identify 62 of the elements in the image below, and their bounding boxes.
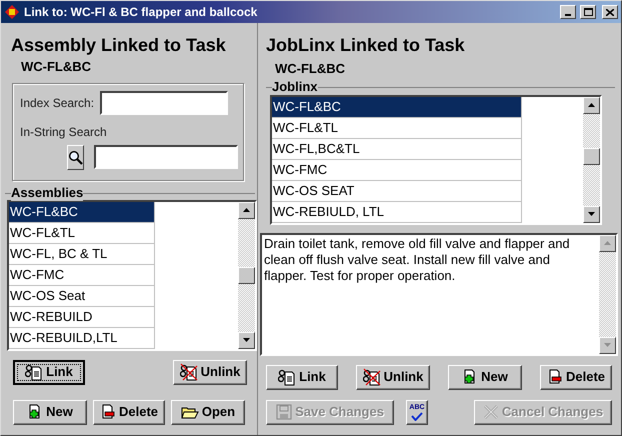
group-label: Joblinx [272, 78, 318, 94]
spell-check-icon [411, 412, 423, 420]
panel-heading: Assembly Linked to Task [11, 35, 227, 55]
list-item[interactable]: WC-OS SEAT [272, 180, 522, 202]
list-item[interactable]: WC-FL,BC&TL [272, 138, 522, 160]
group-label: Assemblies [11, 184, 84, 200]
broken-chain-document-icon [180, 363, 198, 381]
scroll-thumb[interactable] [583, 148, 600, 164]
search-button[interactable] [67, 144, 84, 170]
list-item[interactable]: WC-FMC [9, 264, 155, 286]
delete-document-icon [100, 403, 116, 421]
minimize-button[interactable] [560, 5, 576, 19]
close-icon [606, 8, 614, 16]
app-icon [4, 4, 20, 20]
scroll-thumb[interactable] [238, 266, 255, 284]
chain-document-icon [278, 368, 296, 386]
delete-document-icon [546, 368, 563, 386]
list-item[interactable]: WC-REBIULD, LTL [272, 202, 522, 222]
list-item[interactable]: WC-FL&TL [9, 222, 155, 244]
chain-document-icon [25, 363, 44, 381]
new-button[interactable]: New [448, 364, 522, 390]
list-item[interactable]: WC-FL, BC & TL [9, 244, 155, 264]
cancel-icon [482, 404, 499, 420]
maximize-button[interactable] [580, 5, 596, 19]
list-item[interactable]: WC-OS Seat [9, 286, 155, 306]
down-arrow-icon [243, 338, 250, 342]
link-button[interactable]: Link [266, 364, 338, 390]
panel-subtitle: WC-FL&BC [21, 58, 92, 76]
up-arrow-icon [243, 208, 250, 212]
maximize-icon [584, 8, 592, 16]
up-arrow-icon [588, 103, 595, 107]
link-button[interactable]: Link [13, 360, 85, 384]
panel-subtitle: WC-FL&BC [275, 60, 346, 78]
search-icon [68, 150, 83, 164]
list-item[interactable]: WC-REBUILD [9, 306, 155, 328]
scrollbar[interactable] [583, 96, 600, 222]
unlink-button[interactable]: Unlink [173, 360, 247, 384]
in-string-search-field[interactable] [94, 145, 238, 169]
delete-button[interactable]: Delete [93, 400, 165, 424]
minimize-icon [565, 14, 571, 16]
field-label: Index Search: [20, 94, 94, 112]
field-label: In-String Search [20, 124, 108, 140]
list-item[interactable]: WC-FL&BC [272, 96, 522, 118]
scrollbar[interactable] [238, 202, 255, 348]
down-arrow-icon [588, 212, 595, 216]
broken-chain-document-icon [362, 368, 381, 386]
panel-heading: JobLinx Linked to Task [266, 35, 466, 55]
window-title: Link to: WC-Fl & BC flapper and ballcock [24, 4, 258, 21]
list-item[interactable]: WC-REBUILD,LTL [9, 328, 155, 348]
delete-button[interactable]: Delete [540, 364, 612, 390]
index-search-field[interactable] [100, 90, 228, 114]
list-item[interactable]: WC-FMC [272, 160, 522, 180]
list-item[interactable]: WC-FL&BC [9, 202, 155, 222]
folder-icon [180, 404, 199, 420]
close-button[interactable] [602, 5, 618, 19]
down-arrow-icon [604, 343, 611, 347]
scrollbar[interactable] [599, 234, 616, 354]
unlink-button[interactable]: Unlink [356, 364, 430, 390]
open-button[interactable]: Open [171, 400, 245, 424]
new-button[interactable]: New [13, 400, 87, 424]
up-arrow-icon [604, 241, 611, 245]
list-item[interactable]: WC-FL&TL [272, 118, 522, 138]
